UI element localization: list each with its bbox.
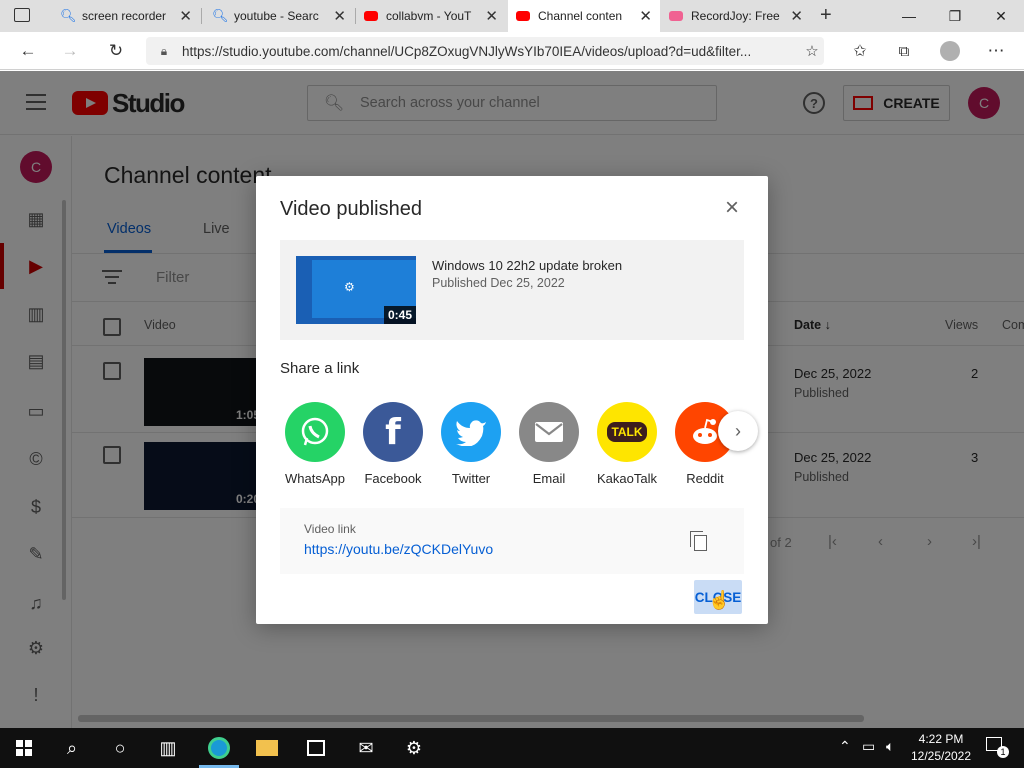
search-icon[interactable]: ⌕	[48, 728, 96, 768]
forward-button[interactable]: →	[58, 40, 82, 62]
reddit-icon	[693, 418, 717, 444]
lock-icon: 🔒︎	[160, 43, 168, 58]
mail-icon[interactable]: ✉	[342, 728, 390, 768]
video-link-url[interactable]: https://youtu.be/zQCKDelYuvo	[304, 541, 493, 557]
reddit-label: Reddit	[686, 471, 724, 486]
twitter-label: Twitter	[451, 471, 491, 486]
close-tab-icon[interactable]: ✕	[485, 7, 498, 25]
system-clock[interactable]: 4:22 PM 12/25/2022	[906, 731, 976, 765]
tab-divider	[201, 8, 202, 24]
tab-collabvm[interactable]: collabvm - YouT ✕	[356, 0, 506, 32]
twitter-icon	[456, 420, 486, 446]
dialog-title: Video published	[280, 198, 422, 220]
hand-cursor-icon: ☝	[708, 590, 731, 610]
favorites-icon[interactable]: ✩	[848, 40, 872, 62]
tab-title: youtube - Searc	[234, 9, 319, 23]
facebook-icon: f	[385, 411, 401, 453]
search-icon: 🔍︎	[60, 8, 77, 23]
kakaotalk-share-button[interactable]: TALK	[597, 402, 657, 462]
tab-title: RecordJoy: Free	[691, 9, 780, 23]
clock-date: 12/25/2022	[910, 749, 972, 763]
published-video-thumbnail[interactable]: ⚙ 0:45	[296, 256, 416, 324]
back-button[interactable]: ←	[16, 40, 40, 62]
restore-button[interactable]: ❐	[932, 0, 978, 32]
reload-button[interactable]: ↻	[104, 40, 128, 62]
facebook-share-button[interactable]: f	[363, 402, 423, 462]
share-next-arrow[interactable]: ›	[718, 411, 758, 451]
profile-icon[interactable]	[940, 41, 960, 61]
share-link-label: Share a link	[280, 360, 360, 377]
close-tab-icon[interactable]: ✕	[333, 7, 346, 25]
tab-title: Channel conten	[538, 9, 623, 23]
email-share-button[interactable]	[519, 402, 579, 462]
tab-title: screen recorder	[82, 9, 167, 23]
file-explorer-icon[interactable]	[243, 728, 291, 768]
whatsapp-label: WhatsApp	[285, 471, 345, 486]
store-icon[interactable]	[292, 728, 340, 768]
tab-recordjoy[interactable]: RecordJoy: Free ✕	[661, 0, 811, 32]
settings-icon[interactable]: ⚙	[390, 728, 438, 768]
close-tab-icon[interactable]: ✕	[179, 7, 192, 25]
tab-screen-recorder[interactable]: 🔍︎ screen recorder ✕	[52, 0, 200, 32]
volume-icon[interactable]: 🔈︎	[886, 738, 894, 755]
email-label: Email	[532, 471, 566, 486]
minimize-button[interactable]: —	[886, 0, 932, 32]
gear-icon: ⚙	[344, 280, 355, 294]
more-menu-icon[interactable]: ⋯	[984, 40, 1008, 62]
cortana-icon[interactable]: ○	[96, 728, 144, 768]
close-dialog-icon[interactable]: ×	[720, 196, 744, 220]
kakaotalk-label: KakaoTalk	[597, 471, 657, 486]
url-field[interactable]: 🔒︎ https://studio.youtube.com/channel/UC…	[146, 37, 824, 65]
notification-count: 1	[997, 746, 1009, 758]
copy-icon[interactable]	[690, 531, 708, 553]
task-view-icon[interactable]: ▥	[144, 728, 192, 768]
published-video-duration: 0:45	[383, 306, 416, 324]
edge-icon[interactable]	[195, 728, 243, 768]
notification-center-icon[interactable]: 1	[986, 737, 1009, 758]
windows-start-icon[interactable]	[0, 728, 48, 768]
tab-actions-icon[interactable]	[14, 8, 30, 22]
video-link-label: Video link	[304, 522, 356, 536]
tab-channel-content[interactable]: Channel conten ✕	[508, 0, 660, 32]
facebook-label: Facebook	[364, 471, 422, 486]
published-video-date: Published Dec 25, 2022	[432, 276, 565, 290]
whatsapp-share-button[interactable]	[285, 402, 345, 462]
tab-youtube-search[interactable]: 🔍︎ youtube - Searc ✕	[204, 0, 354, 32]
close-window-button[interactable]: ✕	[978, 0, 1024, 32]
recordjoy-icon	[669, 11, 683, 21]
url-text: https://studio.youtube.com/channel/UCp8Z…	[182, 43, 752, 59]
tab-title: collabvm - YouT	[386, 9, 472, 23]
collections-icon[interactable]: ⧉	[892, 40, 916, 62]
youtube-icon	[364, 11, 378, 21]
network-icon[interactable]: ▭	[862, 738, 875, 755]
new-tab-button[interactable]: +	[820, 4, 832, 27]
add-favorite-icon[interactable]: ☆	[800, 40, 824, 62]
twitter-share-button[interactable]	[441, 402, 501, 462]
whatsapp-icon	[301, 417, 329, 446]
published-video-title[interactable]: Windows 10 22h2 update broken	[432, 258, 622, 273]
show-hidden-icons[interactable]: ⌃	[839, 738, 851, 755]
email-icon	[535, 422, 563, 442]
kakaotalk-icon: TALK	[607, 422, 647, 442]
search-icon: 🔍︎	[212, 8, 229, 23]
close-tab-icon[interactable]: ✕	[639, 7, 652, 25]
clock-time: 4:22 PM	[918, 732, 964, 746]
close-tab-icon[interactable]: ✕	[790, 7, 803, 25]
youtube-icon	[516, 11, 530, 21]
